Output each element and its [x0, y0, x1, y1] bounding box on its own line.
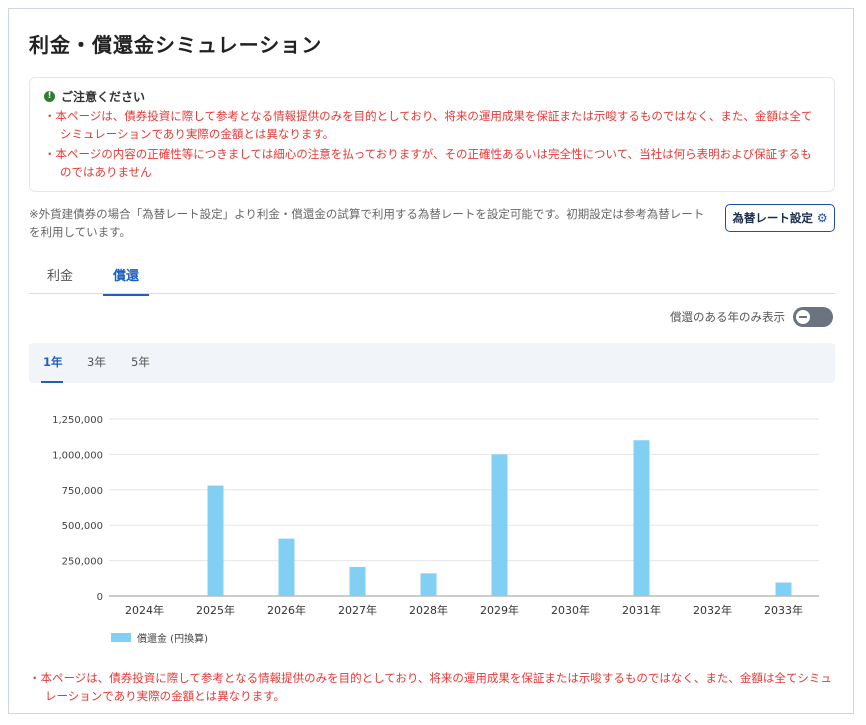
x-tick-label: 2027年 [338, 603, 377, 617]
simulation-panel: 利金・償還金シミュレーション ! ご注意ください ・本ページは、債券投資に際して… [8, 8, 854, 714]
bar [278, 538, 295, 596]
bar [349, 566, 366, 596]
toggle-label: 償還のある年のみ表示 [670, 310, 785, 324]
fx-rate-settings-label: 為替レート設定 [732, 211, 813, 225]
chart-legend: 償還金 (円換算) [111, 630, 208, 645]
notice-box: ! ご注意ください ・本ページは、債券投資に際して参考となる情報提供のみを目的と… [29, 77, 835, 192]
notice-line: ・本ページの内容の正確性等につきましては細心の注意を払っておりますが、その正確性… [44, 147, 812, 179]
footer-disclaimer: ・本ページは、債券投資に際して参考となる情報提供のみを目的としており、将来の運用… [29, 671, 832, 703]
bar [420, 573, 437, 596]
period-active-indicator [41, 381, 63, 383]
gear-icon: ⚙ [816, 211, 828, 225]
y-tick-label: 1,000,000 [52, 450, 103, 461]
bar [775, 582, 792, 596]
x-tick-label: 2030年 [551, 603, 590, 617]
y-tick-label: 1,250,000 [52, 415, 103, 426]
notice-line: ・本ページは、債券投資に際して参考となる情報提供のみを目的としており、将来の運用… [44, 109, 813, 141]
redemption-years-toggle-row: 償還のある年のみ表示 [670, 307, 833, 327]
tab-redemption[interactable]: 償還 [103, 265, 150, 296]
bar [633, 440, 650, 596]
x-tick-label: 2028年 [409, 603, 448, 617]
tab-bar: 利金 償還 [29, 259, 835, 296]
y-tick-label: 0 [97, 592, 103, 603]
x-tick-label: 2033年 [764, 603, 803, 617]
fx-rate-settings-button[interactable]: 為替レート設定 ⚙ [725, 204, 835, 232]
fx-note: ※外貨建債券の場合「為替レート設定」より利金・償還金の試算で利用する為替レートを… [29, 207, 705, 239]
notice-heading: ! ご注意ください [44, 88, 820, 105]
x-tick-label: 2029年 [480, 603, 519, 617]
period-tab-1y[interactable]: 1年 [43, 354, 63, 370]
x-tick-label: 2025年 [196, 603, 235, 617]
bar [491, 454, 508, 596]
period-tab-5y[interactable]: 5年 [131, 354, 150, 370]
x-tick-label: 2031年 [622, 603, 661, 617]
notice-heading-text: ご注意ください [61, 90, 146, 104]
redemption-years-toggle[interactable] [793, 307, 833, 327]
y-tick-label: 250,000 [62, 557, 103, 568]
x-tick-label: 2024年 [125, 603, 164, 617]
y-tick-label: 750,000 [62, 486, 103, 497]
alert-icon: ! [44, 91, 55, 102]
redemption-bar-chart: 0 250,000 500,000 750,000 1,000,000 1,250,000… [52, 415, 819, 617]
legend-swatch [111, 633, 131, 642]
period-tab-3y[interactable]: 3年 [87, 354, 106, 370]
toggle-knob [796, 310, 810, 324]
page-title: 利金・償還金シミュレーション [29, 33, 323, 57]
bar [207, 485, 224, 596]
x-tick-label: 2026年 [267, 603, 306, 617]
legend-label: 償還金 (円換算) [137, 634, 208, 645]
tab-interest[interactable]: 利金 [47, 265, 73, 294]
y-tick-label: 500,000 [62, 521, 103, 532]
x-tick-label: 2032年 [693, 603, 732, 617]
period-selector: 1年 3年 5年 [29, 343, 835, 383]
